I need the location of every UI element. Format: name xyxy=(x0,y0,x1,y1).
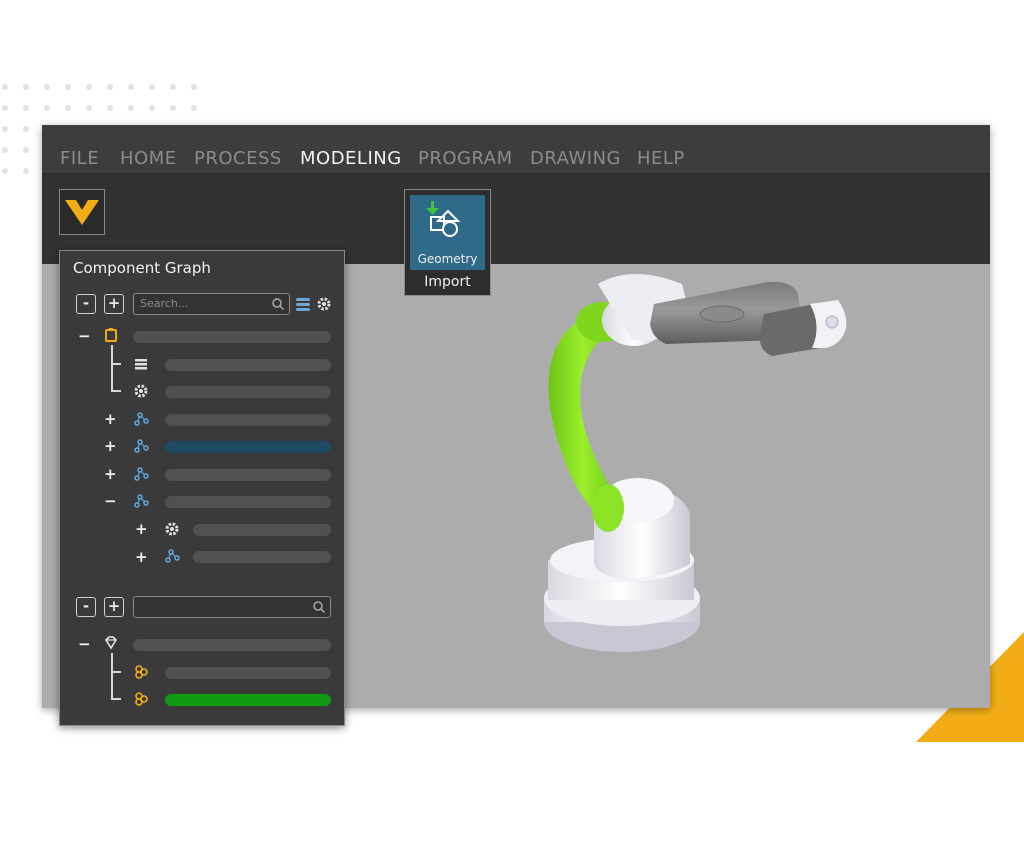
menu-bar: FILE HOME PROCESS MODELING PROGRAM DRAWI… xyxy=(42,125,990,174)
collapse-node-toggle[interactable]: − xyxy=(78,327,91,345)
tree-row-root[interactable] xyxy=(133,331,331,343)
expand-node-toggle[interactable]: + xyxy=(135,520,148,538)
menu-drawing[interactable]: DRAWING xyxy=(530,148,621,169)
expand-node-toggle[interactable]: + xyxy=(104,465,117,483)
menu-program[interactable]: PROGRAM xyxy=(418,148,513,169)
decoration-dot xyxy=(65,84,71,90)
decoration-dot xyxy=(2,105,8,111)
tree-row[interactable] xyxy=(193,551,331,563)
expand-all-button[interactable]: + xyxy=(104,294,124,314)
expand-node-toggle[interactable]: + xyxy=(104,437,117,455)
decoration-dot xyxy=(2,147,8,153)
decoration-dot xyxy=(23,84,29,90)
decoration-dot xyxy=(107,84,113,90)
tree-row-highlighted[interactable] xyxy=(165,694,331,706)
material-icon xyxy=(135,692,148,706)
decoration-dot xyxy=(149,105,155,111)
decoration-dot xyxy=(2,168,8,174)
gear-icon xyxy=(165,522,179,536)
search-input[interactable]: Search... xyxy=(133,293,290,315)
tree-connector xyxy=(111,698,121,700)
collapse-node-toggle[interactable]: − xyxy=(78,635,91,653)
tree-row[interactable] xyxy=(165,359,331,371)
properties-icon xyxy=(135,359,147,370)
tree-connector xyxy=(111,390,121,392)
decoration-dot xyxy=(128,84,134,90)
tree-row[interactable] xyxy=(133,639,331,651)
decoration-dot xyxy=(107,105,113,111)
decoration-dot xyxy=(2,126,8,132)
visual-components-logo-icon xyxy=(65,200,99,225)
tree-connector xyxy=(111,345,113,390)
decoration-dot xyxy=(44,105,50,111)
panel-title: Component Graph xyxy=(73,259,211,277)
decoration-dot xyxy=(86,105,92,111)
tree-row-selected[interactable] xyxy=(165,441,331,453)
material-icon xyxy=(135,665,148,679)
filter-icon[interactable] xyxy=(295,296,311,312)
decoration-dot xyxy=(2,84,8,90)
diamond-icon xyxy=(104,636,118,650)
tree-connector xyxy=(111,363,121,365)
tree-row[interactable] xyxy=(165,496,331,508)
gear-icon[interactable] xyxy=(316,296,332,312)
decoration-dot xyxy=(23,147,29,153)
tree-row[interactable] xyxy=(165,386,331,398)
decoration-dot xyxy=(170,105,176,111)
tree-connector xyxy=(111,653,113,698)
component-icon xyxy=(105,328,117,342)
menu-home[interactable]: HOME xyxy=(120,148,177,169)
search-icon xyxy=(272,298,285,311)
search-placeholder: Search... xyxy=(140,297,189,310)
collapse-all-button[interactable]: - xyxy=(76,294,96,314)
decoration-dot xyxy=(191,105,197,111)
node-tree-icon xyxy=(134,467,149,481)
decoration-dot xyxy=(23,168,29,174)
menu-modeling[interactable]: MODELING xyxy=(300,148,402,169)
decoration-dot xyxy=(128,105,134,111)
expand-node-toggle[interactable]: + xyxy=(104,410,117,428)
expand-node-toggle[interactable]: + xyxy=(135,548,148,566)
collapse-all-button[interactable]: - xyxy=(76,597,96,617)
tree-row[interactable] xyxy=(165,414,331,426)
app-logo-button[interactable] xyxy=(59,189,105,235)
decoration-dot xyxy=(23,105,29,111)
node-tree-icon xyxy=(134,494,149,508)
decoration-dot xyxy=(65,105,71,111)
expand-all-button[interactable]: + xyxy=(104,597,124,617)
decoration-dot xyxy=(149,84,155,90)
menu-help[interactable]: HELP xyxy=(637,148,685,169)
component-graph-panel: Component Graph - + Search... − + + + − … xyxy=(59,250,345,726)
node-tree-icon xyxy=(134,412,149,426)
geometry-import-button[interactable]: Geometry xyxy=(410,195,485,270)
decoration-dot xyxy=(170,84,176,90)
search-icon xyxy=(313,601,326,614)
decoration-dot xyxy=(191,84,197,90)
tree-connector xyxy=(111,671,121,673)
decoration-dot xyxy=(44,84,50,90)
gear-icon xyxy=(134,384,148,398)
geometry-import-icon xyxy=(426,201,461,237)
tree-row[interactable] xyxy=(193,524,331,536)
search-input-lower[interactable] xyxy=(133,596,331,618)
tree-row[interactable] xyxy=(165,469,331,481)
node-tree-icon xyxy=(134,439,149,453)
menu-process[interactable]: PROCESS xyxy=(194,148,282,169)
decoration-dot xyxy=(23,126,29,132)
tree-row[interactable] xyxy=(165,667,331,679)
decoration-dot xyxy=(86,84,92,90)
menu-file[interactable]: FILE xyxy=(60,148,99,169)
collapse-node-toggle[interactable]: − xyxy=(104,492,117,510)
node-tree-icon xyxy=(165,549,180,563)
